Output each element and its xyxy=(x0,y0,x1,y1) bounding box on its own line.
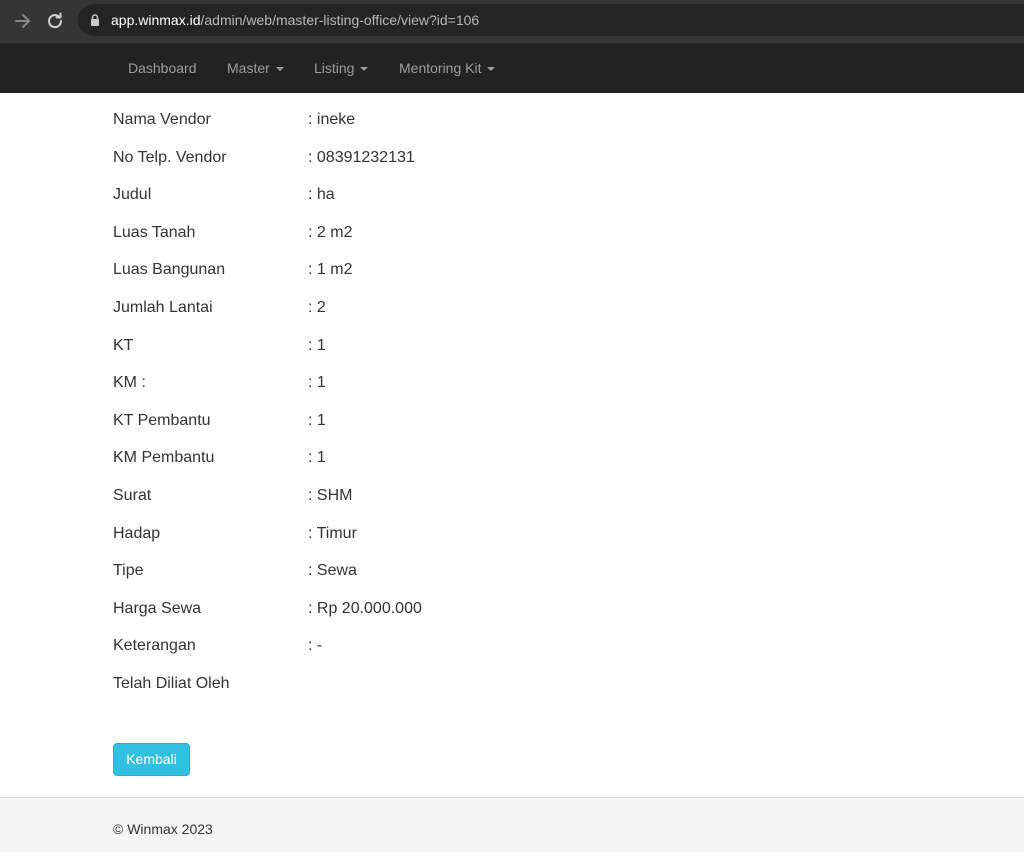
forward-arrow-icon[interactable] xyxy=(12,10,34,32)
reload-icon[interactable] xyxy=(44,10,66,32)
browser-toolbar: app.winmax.id/admin/web/master-listing-o… xyxy=(0,0,1024,42)
detail-label: KM Pembantu xyxy=(113,449,215,467)
lock-icon xyxy=(88,13,102,27)
detail-row-nama-vendor: Nama Vendor : ineke xyxy=(113,103,913,141)
nav-dashboard[interactable]: Dashboard xyxy=(128,59,197,77)
detail-row-surat: Surat : SHM xyxy=(113,479,913,517)
detail-value: : 2 m2 xyxy=(308,223,353,241)
detail-label: Luas Bangunan xyxy=(113,261,226,279)
back-button[interactable]: Kembali xyxy=(113,743,190,776)
nav-mentoring-kit-label: Mentoring Kit xyxy=(399,60,482,76)
detail-value: : Rp 20.000.000 xyxy=(308,599,422,617)
detail-row-luas-tanah: Luas Tanah : 2 m2 xyxy=(113,216,913,254)
nav-master-dropdown[interactable]: Master xyxy=(227,59,284,77)
detail-row-kt: KT : 1 xyxy=(113,329,913,367)
nav-listing-label: Listing xyxy=(314,60,355,76)
detail-value: : 08391232131 xyxy=(308,148,415,166)
nav-master-label: Master xyxy=(227,60,270,76)
detail-value: : Timur xyxy=(308,524,357,542)
detail-label: KT xyxy=(113,336,134,354)
nav-listing-dropdown[interactable]: Listing xyxy=(314,59,369,77)
copyright-text: © Winmax 2023 xyxy=(113,821,213,837)
caret-down-icon xyxy=(360,67,369,72)
detail-row-km-pembantu: KM Pembantu : 1 xyxy=(113,441,913,479)
detail-value: : 1 xyxy=(308,336,326,354)
url-path: /admin/web/master-listing-office/view?id… xyxy=(200,12,480,28)
detail-row-telah-diliat-oleh: Telah Diliat Oleh xyxy=(113,667,913,705)
caret-down-icon xyxy=(487,67,496,72)
detail-value: : 1 xyxy=(308,411,326,429)
detail-row-no-telp-vendor: No Telp. Vendor : 08391232131 xyxy=(113,141,913,179)
detail-value: : 2 xyxy=(308,298,326,316)
detail-label: Hadap xyxy=(113,524,161,542)
detail-label: Jumlah Lantai xyxy=(113,298,213,316)
detail-label: Telah Diliat Oleh xyxy=(113,674,230,692)
detail-value: : 1 xyxy=(308,374,326,392)
detail-row-hadap: Hadap : Timur xyxy=(113,517,913,555)
detail-row-judul: Judul : ha xyxy=(113,178,913,216)
detail-value: : SHM xyxy=(308,486,353,504)
listing-detail: Nama Vendor : ineke No Telp. Vendor : 08… xyxy=(113,103,913,705)
detail-label: Tipe xyxy=(113,562,144,580)
detail-row-harga-sewa: Harga Sewa : Rp 20.000.000 xyxy=(113,592,913,630)
detail-label: Nama Vendor xyxy=(113,111,211,128)
detail-label: KT Pembantu xyxy=(113,411,211,429)
detail-row-keterangan: Keterangan : - xyxy=(113,629,913,667)
detail-value: : 1 m2 xyxy=(308,261,353,279)
detail-label: Keterangan xyxy=(113,637,196,655)
detail-value: : Sewa xyxy=(308,562,357,580)
main-navbar: Dashboard Master Listing Mentoring Kit xyxy=(0,42,1024,93)
detail-row-kt-pembantu: KT Pembantu : 1 xyxy=(113,404,913,442)
detail-row-luas-bangunan: Luas Bangunan : 1 m2 xyxy=(113,253,913,291)
detail-label: Judul xyxy=(113,186,152,204)
detail-value: : ha xyxy=(308,186,335,204)
detail-label: No Telp. Vendor xyxy=(113,148,227,166)
url-host: app.winmax.id xyxy=(111,12,201,28)
detail-label: KM : xyxy=(113,374,146,392)
nav-mentoring-kit-dropdown[interactable]: Mentoring Kit xyxy=(399,59,496,77)
page-footer: © Winmax 2023 xyxy=(0,797,1024,852)
caret-down-icon xyxy=(275,67,284,72)
detail-row-jumlah-lantai: Jumlah Lantai : 2 xyxy=(113,291,913,329)
url-text: app.winmax.id/admin/web/master-listing-o… xyxy=(111,11,479,29)
detail-value: : 1 xyxy=(308,449,326,467)
detail-label: Harga Sewa xyxy=(113,599,202,617)
detail-row-km: KM : : 1 xyxy=(113,366,913,404)
detail-value: : ineke xyxy=(308,111,356,128)
detail-label: Luas Tanah xyxy=(113,223,196,241)
nav-dashboard-label: Dashboard xyxy=(128,60,197,76)
detail-value: : - xyxy=(308,637,323,655)
address-bar[interactable]: app.winmax.id/admin/web/master-listing-o… xyxy=(78,4,1024,36)
detail-label: Surat xyxy=(113,486,152,504)
detail-row-tipe: Tipe : Sewa xyxy=(113,554,913,592)
